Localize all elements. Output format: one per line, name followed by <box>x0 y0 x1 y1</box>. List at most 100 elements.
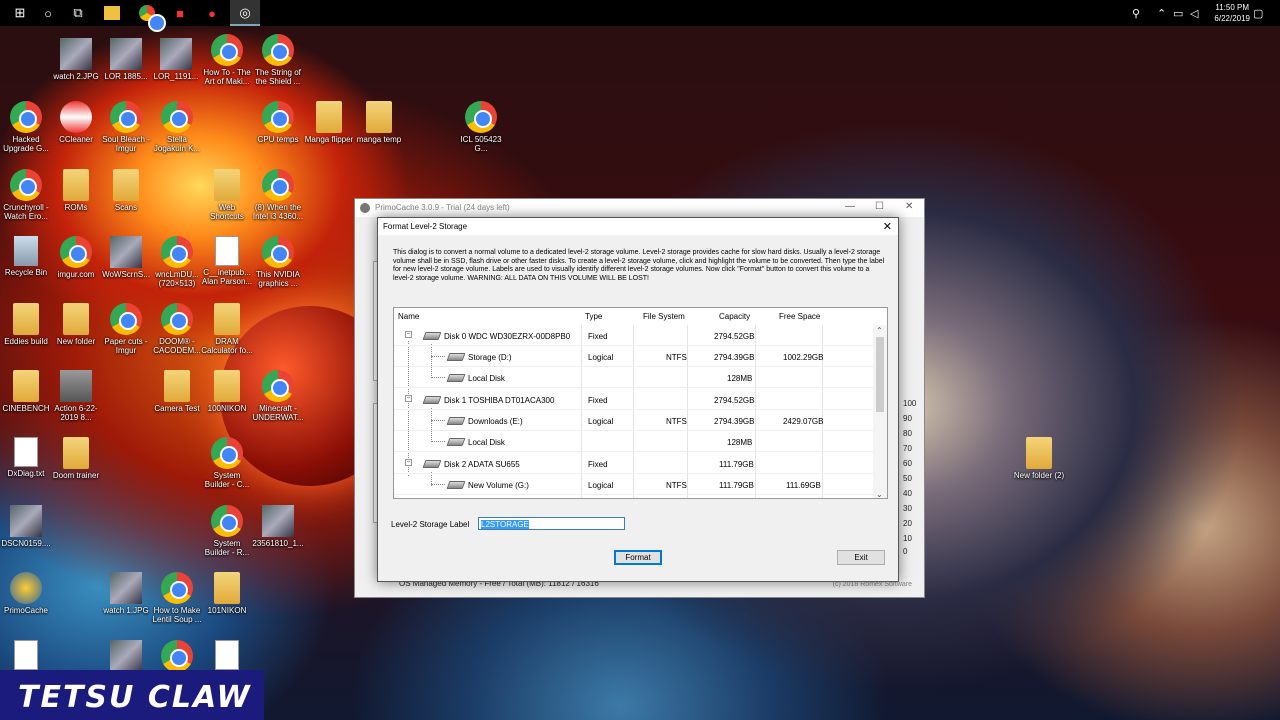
desktop-icon[interactable]: PrimoCache <box>0 572 52 615</box>
desktop-icon[interactable]: System Builder - R... <box>201 505 253 557</box>
search-icon[interactable]: ○ <box>38 3 58 23</box>
desktop-icon[interactable]: CINEBENCH <box>0 370 52 413</box>
scroll-down-arrow-icon[interactable]: ⌄ <box>876 490 883 498</box>
table-row[interactable]: Storage (D:) Logical NTFS 2794.39GB 1002… <box>394 346 874 367</box>
desktop-icon[interactable]: imgur.com <box>50 236 102 279</box>
desktop-icon[interactable]: WoWScrnS... <box>100 236 152 279</box>
table-row[interactable]: − Disk 2 ADATA SU655 Fixed 111.79GB <box>394 453 874 474</box>
table-row[interactable]: − Disk 1 TOSHIBA DT01ACA300 Fixed 2794.5… <box>394 389 874 410</box>
desktop-icon[interactable]: C__inetpub... Alan Parson... <box>201 236 253 286</box>
app2-taskbar-icon[interactable]: ● <box>202 3 222 23</box>
minimize-button[interactable]: — <box>845 201 855 212</box>
desktop-icon[interactable]: Crunchyroll - Watch Ero... <box>0 169 52 221</box>
desktop-icon[interactable]: wncLmDU... (720×513) <box>151 236 203 288</box>
folder-icon <box>113 169 139 201</box>
dialog-close-button[interactable]: ✕ <box>883 220 892 233</box>
desktop-icon[interactable]: CCleaner <box>50 101 102 144</box>
desktop-icon[interactable]: watch 1.JPG <box>100 572 152 615</box>
desktop-icon[interactable]: ICL 505423 G... <box>455 101 507 153</box>
desktop-icon[interactable] <box>151 640 203 674</box>
table-row[interactable]: Local Disk 128MB <box>394 367 874 388</box>
desktop-icon[interactable]: Stella Jogakuin K... <box>151 101 203 153</box>
table-row[interactable]: Local Disk 128MB <box>394 431 874 452</box>
collapse-toggle[interactable]: − <box>405 395 412 402</box>
table-row[interactable]: Downloads (E:) Logical NTFS 2794.39GB 24… <box>394 410 874 431</box>
row-name: Downloads (E:) <box>468 417 523 426</box>
taskbar-clock[interactable]: 11:50 PM 6/22/2019 <box>1214 2 1250 24</box>
row-type: Fixed <box>588 396 608 405</box>
chrome-icon <box>262 370 294 402</box>
network-icon[interactable]: ▭ <box>1173 0 1183 26</box>
desktop-icon[interactable]: LOR_1191... <box>150 38 202 81</box>
file-explorer-icon[interactable] <box>104 6 120 20</box>
row-name: Disk 1 TOSHIBA DT01ACA300 <box>444 396 555 405</box>
desktop-icon[interactable]: Doom trainer <box>50 437 102 480</box>
notification-icon[interactable]: ▢ <box>1253 0 1263 26</box>
folder-icon <box>13 303 39 335</box>
chrome-icon <box>262 236 294 268</box>
close-button[interactable]: ✕ <box>905 201 913 212</box>
desktop-icon[interactable]: Scans <box>100 169 152 212</box>
column-header-type[interactable]: Type <box>585 312 602 321</box>
chrome-taskbar-icon[interactable] <box>137 3 166 32</box>
collapse-toggle[interactable]: − <box>405 459 412 466</box>
desktop-icon[interactable]: The String of the Shield ... <box>252 34 304 86</box>
desktop-icon[interactable]: Camera Test <box>151 370 203 413</box>
desktop-icon[interactable]: Eddies build <box>0 303 52 346</box>
desktop-icon[interactable]: ROMs <box>50 169 102 212</box>
desktop-icon[interactable]: DxDiag.txt <box>0 437 52 478</box>
people-icon[interactable]: ⚲ <box>1132 0 1140 26</box>
exit-button[interactable]: Exit <box>837 550 885 565</box>
desktop-icon[interactable]: This NVIDIA graphics ... <box>252 236 304 288</box>
chevron-up-icon[interactable]: ⌃ <box>1157 0 1166 26</box>
main-window-titlebar[interactable]: PrimoCache 3.0.9 - Trial (24 days left) … <box>355 199 924 217</box>
app-taskbar-icon[interactable]: ■ <box>170 3 190 23</box>
desktop-icon[interactable]: Web Shortcuts <box>201 169 253 221</box>
folder-icon <box>164 370 190 402</box>
desktop-icon[interactable]: (8) When the Intel i3 4360... <box>252 169 304 221</box>
windows-start-icon[interactable]: ⊞ <box>10 3 30 23</box>
dialog-titlebar[interactable]: Format Level-2 Storage ✕ <box>378 218 898 235</box>
desktop-icon[interactable]: 100NIKON <box>201 370 253 413</box>
desktop-icon[interactable]: LOR 1885... <box>100 38 152 81</box>
desktop-icon[interactable]: Action 6-22-2019 8... <box>50 370 102 422</box>
desktop-icon[interactable]: How to Make Lentil Soup ... <box>151 572 203 624</box>
task-view-icon[interactable]: ⧉ <box>68 3 88 23</box>
volume-icon[interactable]: ◁ <box>1190 0 1198 26</box>
desktop-icon[interactable]: New folder <box>50 303 102 346</box>
desktop-icon[interactable]: manga temp <box>353 101 405 144</box>
volume-list[interactable]: Name Type File System Capacity Free Spac… <box>393 307 888 499</box>
maximize-button[interactable]: ☐ <box>875 201 884 212</box>
desktop-icon[interactable]: 23561810_1... <box>252 505 304 548</box>
column-header-filesystem[interactable]: File System <box>643 312 685 321</box>
format-button[interactable]: Format <box>614 550 662 565</box>
desktop-icon[interactable]: DSCN0159.... <box>0 505 52 548</box>
desktop-icon[interactable]: DRAM Calculator fo... <box>201 303 253 355</box>
desktop-icon[interactable]: New folder (2) <box>1013 437 1065 480</box>
desktop-icon[interactable]: 101NIKON <box>201 572 253 615</box>
desktop-icon[interactable] <box>0 640 52 672</box>
table-row[interactable]: − Disk 0 WDC WD30EZRX-00D8PB0 Fixed 2794… <box>394 325 874 346</box>
desktop-icon[interactable]: Recycle Bin <box>0 236 52 277</box>
scroll-thumb[interactable] <box>876 337 884 412</box>
desktop-icon[interactable]: Manga flipper <box>303 101 355 144</box>
collapse-toggle[interactable]: − <box>405 331 412 338</box>
desktop-icon[interactable] <box>201 640 253 672</box>
storage-label-input[interactable]: L2STORAGE <box>478 517 625 530</box>
column-header-capacity[interactable]: Capacity <box>719 312 750 321</box>
desktop-icon[interactable]: Minecraft - UNDERWAT... <box>252 370 304 422</box>
desktop-icon[interactable]: Soul Bleach - Imgur <box>100 101 152 153</box>
column-header-free-space[interactable]: Free Space <box>779 312 820 321</box>
desktop-icon[interactable]: Hacked Upgrade G... <box>0 101 52 153</box>
desktop-icon[interactable]: System Builder - C... <box>201 437 253 489</box>
table-row[interactable]: New Volume (G:) Logical NTFS 111.79GB 11… <box>394 474 874 495</box>
desktop-icon[interactable]: How To - The Art of Maki... <box>201 34 253 86</box>
desktop-icon[interactable]: DOOM® - CACODEM... <box>151 303 203 355</box>
list-scrollbar[interactable]: ⌃ ⌄ <box>873 325 887 498</box>
desktop-icon[interactable]: Paper cuts - Imgur <box>100 303 152 355</box>
column-header-name[interactable]: Name <box>398 312 419 321</box>
desktop-icon[interactable] <box>100 640 152 674</box>
scroll-up-arrow-icon[interactable]: ⌃ <box>876 326 883 335</box>
desktop-icon[interactable]: watch 2.JPG <box>50 38 102 81</box>
desktop-icon[interactable]: CPU temps <box>252 101 304 144</box>
